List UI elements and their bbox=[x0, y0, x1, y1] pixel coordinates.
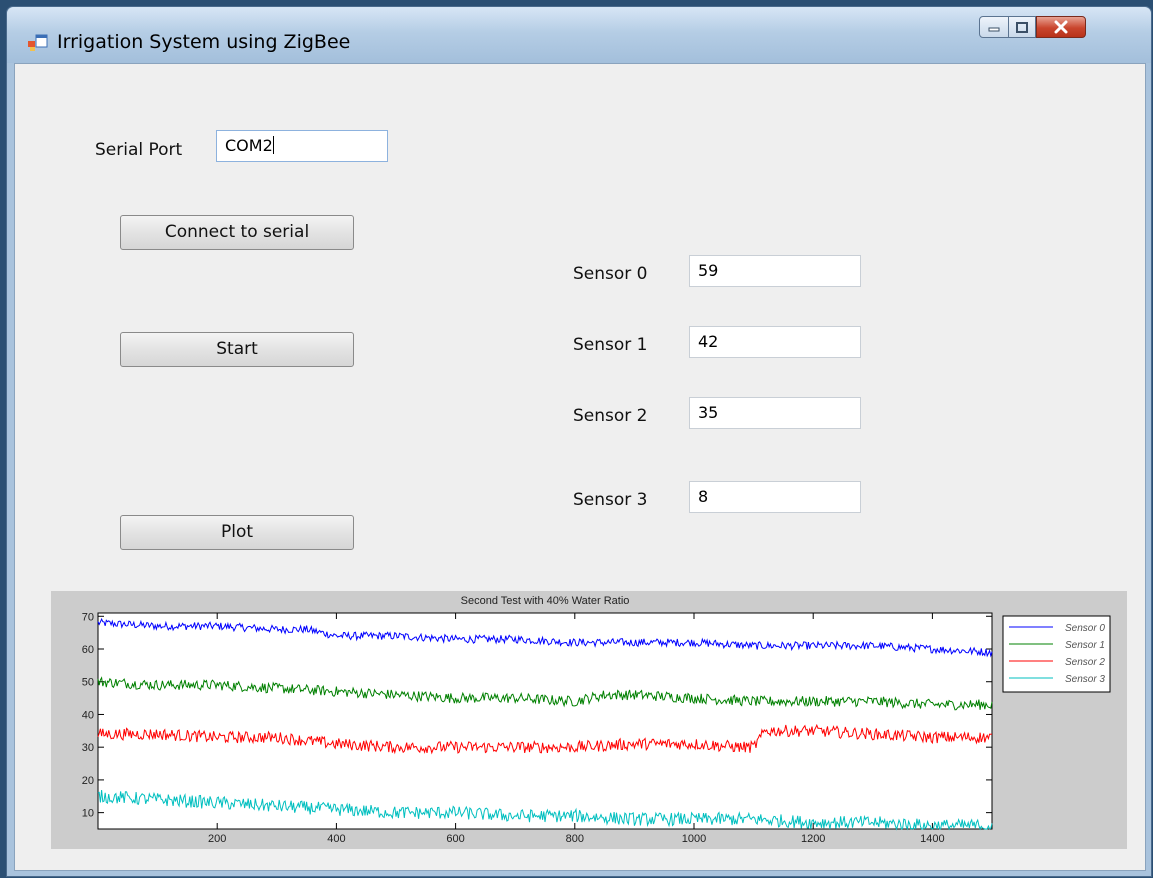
sensor-1-field[interactable]: 42 bbox=[689, 326, 861, 358]
plot-button[interactable]: Plot bbox=[120, 515, 354, 550]
sensor-2-label: Sensor 2 bbox=[573, 406, 648, 426]
chart-panel: Second Test with 40% Water Ratio 200 400 60… bbox=[51, 591, 1127, 849]
title-bar: Irrigation System using ZigBee bbox=[7, 7, 1151, 63]
sensor-3-label: Sensor 3 bbox=[573, 490, 648, 510]
minimize-button[interactable] bbox=[979, 16, 1009, 38]
legend-label-3: Sensor 3 bbox=[1065, 674, 1105, 685]
x-tick-label: 1000 bbox=[682, 833, 706, 845]
connect-serial-button[interactable]: Connect to serial bbox=[120, 215, 354, 250]
sensor-1-label: Sensor 1 bbox=[573, 335, 648, 355]
y-tick-label: 40 bbox=[82, 709, 94, 721]
sensor-3-field[interactable]: 8 bbox=[689, 481, 861, 513]
x-tick-label: 400 bbox=[327, 833, 345, 845]
app-window: Irrigation System using ZigBee Serial Po… bbox=[6, 6, 1152, 877]
legend-label-0: Sensor 0 bbox=[1065, 623, 1105, 634]
x-tick-label: 600 bbox=[446, 833, 464, 845]
y-tick-label: 20 bbox=[82, 775, 94, 787]
serial-port-input[interactable]: COM2 bbox=[216, 130, 388, 162]
x-tick-label: 1400 bbox=[920, 833, 944, 845]
form-client-area: Serial Port COM2 Connect to serial Start… bbox=[14, 63, 1146, 871]
sensor-0-field[interactable]: 59 bbox=[689, 255, 861, 287]
close-button[interactable] bbox=[1036, 16, 1086, 38]
maximize-icon bbox=[1016, 21, 1028, 33]
maximize-button[interactable] bbox=[1008, 16, 1036, 38]
legend-label-1: Sensor 1 bbox=[1065, 640, 1105, 651]
start-button[interactable]: Start bbox=[120, 332, 354, 367]
serial-port-value: COM2 bbox=[225, 136, 273, 155]
y-tick-label: 70 bbox=[82, 611, 94, 623]
sensor-0-label: Sensor 0 bbox=[573, 264, 648, 284]
y-tick-label: 60 bbox=[82, 644, 94, 656]
app-icon bbox=[28, 34, 48, 51]
chart-title: Second Test with 40% Water Ratio bbox=[461, 595, 630, 607]
y-tick-label: 30 bbox=[82, 742, 94, 754]
minimize-icon bbox=[988, 27, 1000, 32]
y-tick-label: 50 bbox=[82, 677, 94, 689]
sensor-2-field[interactable]: 35 bbox=[689, 397, 861, 429]
text-caret bbox=[272, 136, 274, 154]
close-icon bbox=[1054, 20, 1068, 34]
x-tick-label: 200 bbox=[208, 833, 226, 845]
x-tick-label: 800 bbox=[566, 833, 584, 845]
serial-port-label: Serial Port bbox=[95, 140, 183, 160]
window-title: Irrigation System using ZigBee bbox=[57, 31, 351, 53]
x-tick-label: 1200 bbox=[801, 833, 825, 845]
legend-label-2: Sensor 2 bbox=[1065, 657, 1105, 668]
y-tick-label: 10 bbox=[82, 808, 94, 820]
sensor-chart: Second Test with 40% Water Ratio 200 400 60… bbox=[82, 595, 1111, 845]
